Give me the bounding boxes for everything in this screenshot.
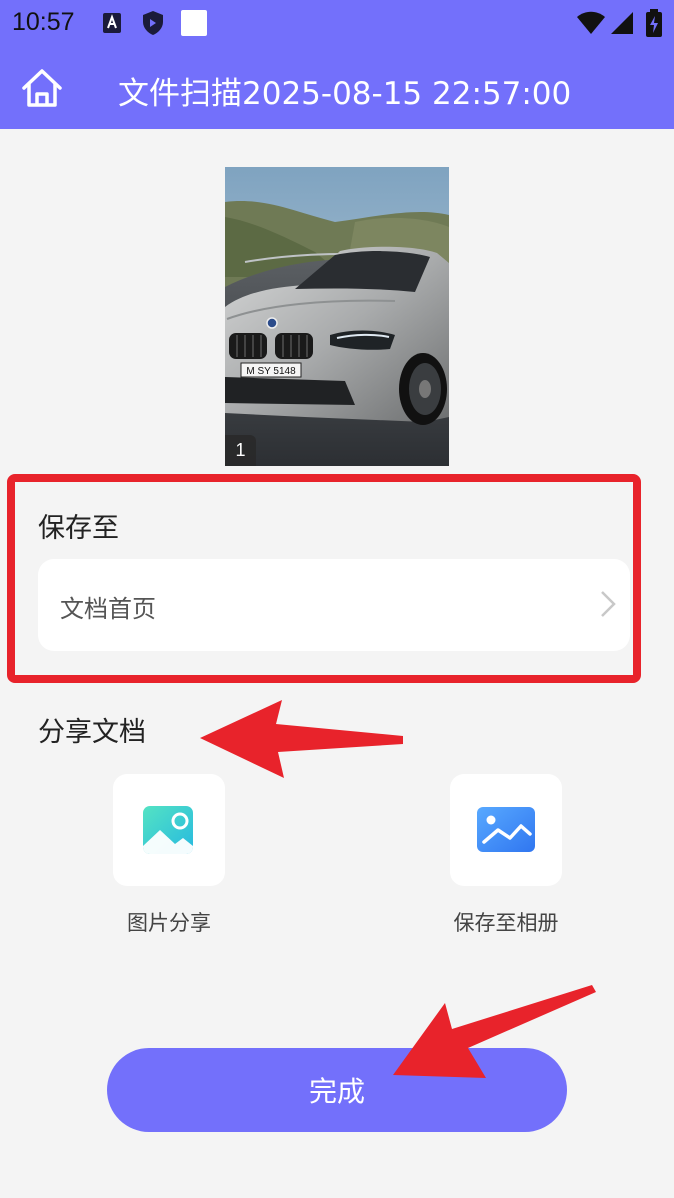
battery-charging-icon: [646, 9, 662, 37]
save-destination-selector[interactable]: 文档首页: [38, 559, 630, 651]
done-button-label: 完成: [308, 1075, 365, 1108]
status-time: 10:57: [12, 8, 75, 36]
square-notification-icon: [181, 10, 207, 36]
accessibility-notification-icon: [103, 13, 121, 33]
license-plate-text: M SY 5148: [246, 366, 296, 377]
cellular-signal-icon: [611, 12, 633, 34]
status-bar: 10:57: [0, 0, 674, 48]
app-bar: 文件扫描2025-08-15 22:57:00: [0, 48, 674, 129]
save-to-gallery-label: 保存至相册: [453, 911, 559, 935]
shield-notification-icon: [143, 11, 163, 35]
chevron-right-icon: [601, 591, 616, 617]
save-section-title: 保存至: [38, 513, 119, 544]
page-title: 文件扫描2025-08-15 22:57:00: [118, 76, 572, 112]
image-share-label: 图片分享: [127, 911, 211, 935]
annotation-arrow-left: [200, 700, 403, 778]
share-section-title: 分享文档: [38, 717, 146, 748]
wifi-icon: [577, 11, 605, 34]
home-icon[interactable]: [20, 66, 64, 110]
page-number-badge: 1: [225, 435, 256, 466]
image-share-icon: [143, 806, 193, 854]
car-photo: M SY 5148: [225, 167, 449, 466]
save-to-gallery-button[interactable]: [450, 774, 562, 886]
image-share-button[interactable]: [113, 774, 225, 886]
done-button[interactable]: 完成: [107, 1048, 567, 1132]
gallery-icon: [477, 807, 535, 852]
save-destination-label: 文档首页: [60, 595, 156, 623]
document-preview-thumbnail[interactable]: M SY 5148 1: [225, 167, 449, 466]
